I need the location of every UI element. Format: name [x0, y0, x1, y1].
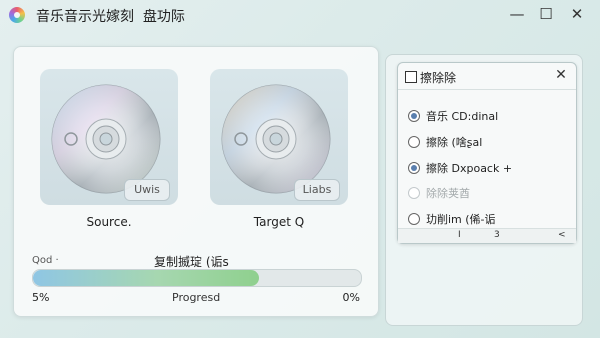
progress-status-text: 复制揻琔 (诟s [154, 255, 229, 269]
maximize-button[interactable]: ☐ [534, 4, 558, 24]
option-label: 玏削im (俙-诟 [426, 213, 496, 226]
radio-button[interactable] [408, 110, 420, 122]
pager-count[interactable]: 3 [494, 230, 500, 240]
progress-mode-label: Qod · [32, 255, 59, 266]
close-button[interactable]: ✕ [565, 4, 589, 24]
progress-left-value: 5% [32, 291, 50, 304]
pager-prev-button[interactable]: < [558, 230, 566, 240]
option-label: 音乐 CD:dinal [426, 110, 499, 123]
option-item[interactable]: 擦除 Dxpoack + [408, 159, 568, 177]
option-item[interactable]: 除除荚酋 [408, 184, 568, 202]
pager-page[interactable]: I [458, 230, 461, 240]
source-label: Source. [86, 215, 132, 229]
app-logo-icon [9, 7, 25, 23]
burn-panel: Uwis Source. Liabs Target Q Qod · 复制揻琔 (… [13, 46, 379, 317]
pager: I 3 < [398, 228, 576, 243]
title-bar: 音乐音示光嫁刻 盘功际 — ☐ ✕ [0, 0, 600, 30]
progress-fill [33, 270, 260, 286]
option-item[interactable]: 玏削im (俙-诟 [408, 210, 568, 228]
erase-dialog: 擦除除 ✕ 音乐 CD:dinal 擦除 (啥ʂal 擦除 Dxpoack + … [397, 62, 577, 244]
dialog-header: 擦除除 ✕ [398, 63, 576, 90]
radio-button[interactable] [408, 213, 420, 225]
source-disc-card[interactable]: Uwis [40, 69, 178, 205]
option-label: 擦除 Dxpoack + [426, 162, 513, 175]
option-label: 除除荚酋 [426, 187, 470, 200]
target-badge: Liabs [294, 179, 340, 201]
progress-label: Progresd [172, 291, 221, 304]
dialog-title: 擦除除 [420, 71, 457, 85]
option-label: 擦除 (啥ʂal [426, 136, 483, 149]
target-disc-card[interactable]: Liabs [210, 69, 348, 205]
radio-button[interactable] [408, 162, 420, 174]
option-item[interactable]: 擦除 (啥ʂal [408, 133, 568, 151]
target-label: Target Q [253, 215, 305, 229]
dialog-checkbox-icon[interactable] [405, 71, 417, 83]
minimize-button[interactable]: — [505, 4, 529, 24]
progress-bar [32, 269, 362, 287]
dialog-close-button[interactable]: ✕ [552, 66, 570, 84]
window-title: 音乐音示光嫁刻 盘功际 [36, 9, 185, 25]
progress-right-value: 0% [342, 291, 360, 304]
radio-button[interactable] [408, 187, 420, 199]
source-badge: Uwis [124, 179, 170, 201]
radio-button[interactable] [408, 136, 420, 148]
option-item[interactable]: 音乐 CD:dinal [408, 107, 568, 125]
